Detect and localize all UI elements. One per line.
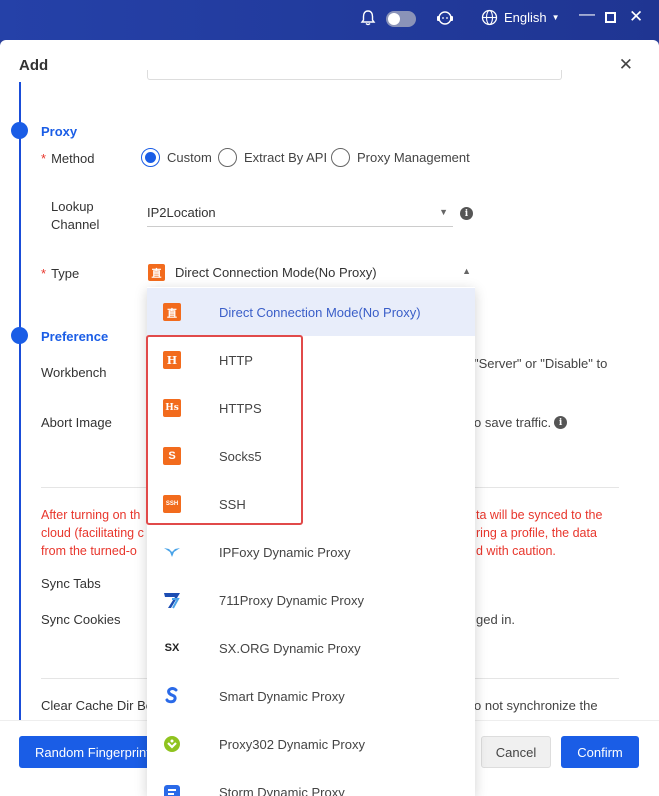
- dropdown-option-sxorg[interactable]: SX SX.ORG Dynamic Proxy: [147, 624, 475, 672]
- smartproxy-icon: [163, 687, 181, 705]
- caret-up-icon: ▲: [462, 266, 471, 276]
- confirm-button[interactable]: Confirm: [561, 736, 639, 768]
- window-close-button[interactable]: ✕: [629, 7, 643, 27]
- close-icon[interactable]: ✕: [619, 55, 633, 75]
- sync-tabs-label: Sync Tabs: [41, 576, 101, 591]
- proxy-section-dot: [11, 122, 28, 139]
- dropdown-option-ipfoxy[interactable]: IPFoxy Dynamic Proxy: [147, 528, 475, 576]
- dropdown-option-https[interactable]: Hs HTTPS: [147, 384, 475, 432]
- preference-section-title: Preference: [41, 329, 109, 344]
- proxy-type-select[interactable]: 直 Direct Connection Mode(No Proxy) ▲: [147, 264, 475, 288]
- dropdown-option-storm[interactable]: Storm Dynamic Proxy: [147, 768, 475, 796]
- 711proxy-icon: [163, 591, 181, 609]
- minimize-button[interactable]: —: [579, 6, 595, 24]
- radio-unchecked-icon: [218, 148, 237, 167]
- proxy-section-title: Proxy: [41, 124, 78, 139]
- preference-section-dot: [11, 327, 28, 344]
- radio-unchecked-icon: [331, 148, 350, 167]
- dropdown-option-http[interactable]: H HTTP: [147, 336, 475, 384]
- language-selector[interactable]: English ▼: [481, 9, 560, 26]
- method-radio-proxy-management[interactable]: Proxy Management: [331, 148, 470, 167]
- dropdown-option-direct[interactable]: 直 Direct Connection Mode(No Proxy): [147, 288, 475, 336]
- dropdown-option-smartproxy[interactable]: Smart Dynamic Proxy: [147, 672, 475, 720]
- maximize-button[interactable]: [605, 12, 616, 23]
- clear-cache-label: Clear Cache Dir Be: [41, 698, 153, 713]
- support-icon[interactable]: [435, 9, 455, 27]
- direct-connection-icon: 直: [148, 264, 165, 281]
- abort-image-hint: o save traffic. i: [474, 415, 568, 430]
- proxy-type-dropdown: 直 Direct Connection Mode(No Proxy) H HTT…: [147, 287, 475, 796]
- sync-cookies-hint: ged in.: [476, 612, 516, 627]
- info-icon[interactable]: i: [460, 207, 473, 220]
- bell-icon[interactable]: [359, 9, 377, 27]
- workbench-hint: "Server" or "Disable" to: [474, 356, 608, 371]
- cancel-button[interactable]: Cancel: [481, 736, 551, 768]
- storm-icon: [163, 783, 181, 796]
- method-radio-custom[interactable]: Custom: [141, 148, 212, 167]
- theme-toggle[interactable]: [386, 11, 416, 27]
- dropdown-option-711proxy[interactable]: 711Proxy Dynamic Proxy: [147, 576, 475, 624]
- language-label: English: [504, 10, 547, 25]
- dropdown-option-ssh[interactable]: SSH SSH: [147, 480, 475, 528]
- chevron-down-icon: ▼: [551, 13, 560, 22]
- sxorg-icon: SX: [164, 642, 180, 654]
- ssh-icon: SSH: [163, 495, 181, 513]
- caret-down-icon: ▼: [439, 207, 448, 217]
- type-label: * Type: [41, 266, 80, 281]
- previous-input-field[interactable]: [147, 70, 562, 80]
- dropdown-option-proxy302[interactable]: Proxy302 Dynamic Proxy: [147, 720, 475, 768]
- ipfoxy-icon: [163, 543, 181, 561]
- sync-warning-right: ta will be synced to the ring a profile,…: [476, 508, 603, 558]
- sync-cookies-label: Sync Cookies: [41, 612, 121, 627]
- clear-cache-hint: o not synchronize the: [474, 698, 598, 713]
- workbench-label: Workbench: [41, 365, 107, 380]
- lookup-channel-label: Lookup Channel: [51, 199, 100, 232]
- method-radio-api[interactable]: Extract By API: [218, 148, 327, 167]
- https-icon: Hs: [163, 399, 181, 417]
- random-fingerprint-button[interactable]: Random Fingerprint: [19, 736, 159, 768]
- socks5-icon: S: [163, 447, 181, 465]
- top-bar: English ▼ — ✕: [0, 0, 659, 40]
- direct-connection-icon: 直: [163, 303, 181, 321]
- globe-icon: [481, 9, 498, 26]
- lookup-channel-select[interactable]: IP2Location ▼: [147, 205, 453, 227]
- timeline-line: [19, 82, 21, 732]
- info-icon[interactable]: i: [554, 416, 568, 429]
- dropdown-option-socks5[interactable]: S Socks5: [147, 432, 475, 480]
- modal-title: Add: [19, 57, 49, 74]
- http-icon: H: [163, 351, 181, 369]
- radio-checked-icon: [141, 148, 160, 167]
- method-label: * Method: [41, 151, 95, 166]
- abort-image-label: Abort Image: [41, 415, 112, 430]
- sync-warning-left: After turning on th cloud (facilitating …: [41, 508, 144, 558]
- proxy302-icon: [163, 735, 181, 753]
